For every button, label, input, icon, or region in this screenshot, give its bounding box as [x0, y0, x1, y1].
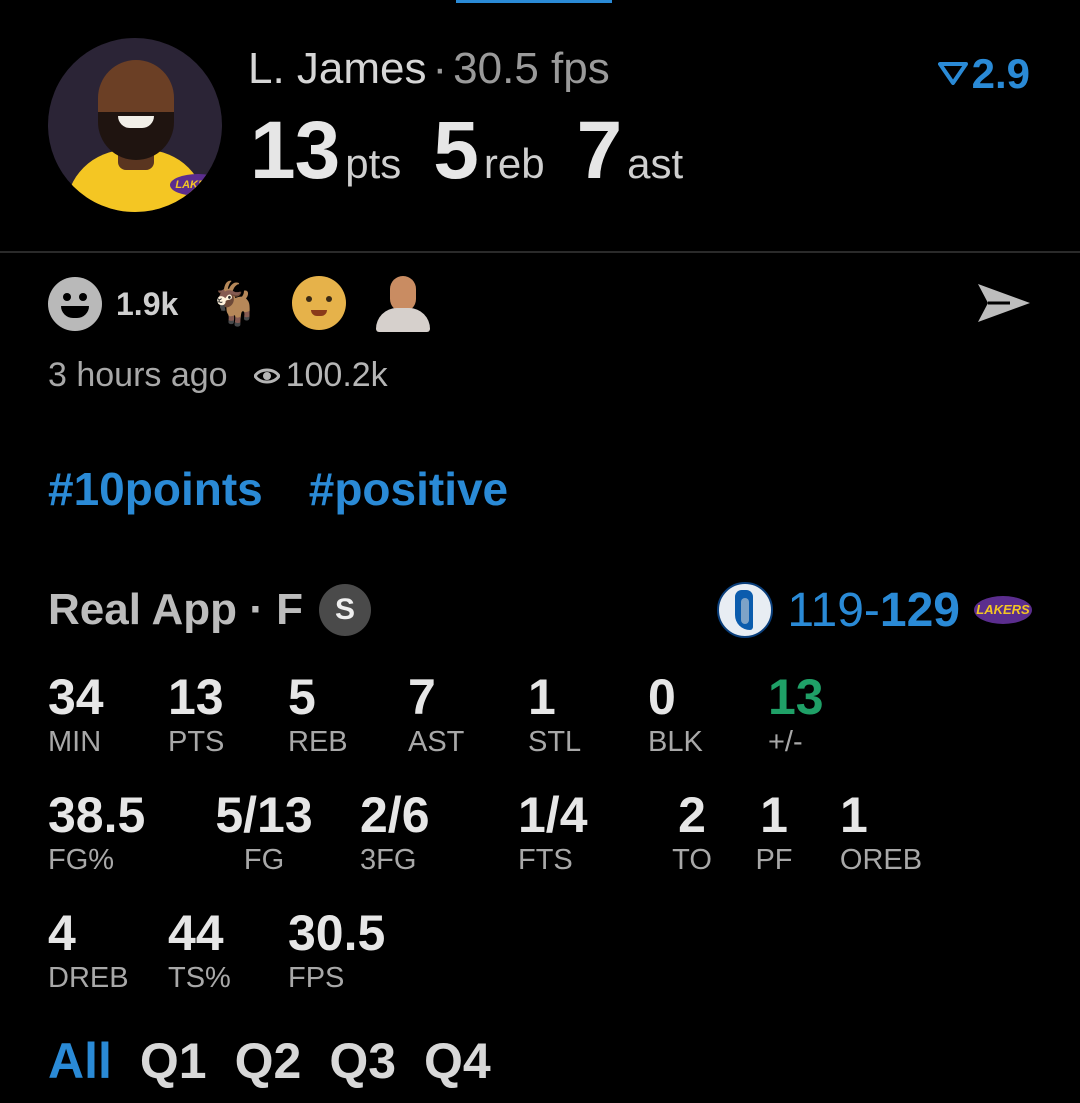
tab-q2[interactable]: Q2	[235, 1033, 302, 1089]
player-avatar[interactable]: LAKERS	[48, 38, 222, 212]
stat-dreb: 4 DREB	[48, 906, 129, 996]
smiley-face-icon[interactable]	[48, 277, 102, 331]
send-arrow-icon[interactable]	[976, 280, 1032, 326]
stat-label: MIN	[48, 726, 102, 758]
home-score: 129	[879, 583, 960, 637]
stat-label: REB	[288, 726, 348, 758]
stat-value: 2/6	[360, 787, 430, 843]
stat-label: FG	[243, 844, 285, 876]
stat-value: 13	[768, 669, 824, 725]
game-score[interactable]: 119-129 LAKERS	[717, 582, 1032, 638]
score-dash: -	[863, 583, 880, 637]
starter-badge: S	[319, 584, 372, 636]
hashtag-list: #10points #positive	[48, 462, 554, 516]
goat-icon[interactable]: 🐐	[208, 276, 264, 332]
player-name[interactable]: L. James	[248, 44, 427, 93]
tab-all[interactable]: All	[48, 1033, 112, 1089]
stat-blk: 0 BLK	[648, 670, 703, 760]
assists-value: 7	[576, 105, 623, 196]
quarter-tabs: All Q1 Q2 Q3 Q4	[48, 1032, 519, 1090]
stat-value: 1	[760, 787, 788, 843]
headline-stats: 13 pts 5 reb 7 ast	[250, 104, 715, 198]
stat-reb: 5 REB	[288, 670, 348, 760]
stat-pf: 1 PF	[746, 788, 802, 878]
funnel-triangle-icon	[937, 62, 968, 85]
stat-value: 38.5	[48, 787, 146, 843]
stat-label: FG%	[48, 844, 115, 876]
game-header: Real App · F S	[48, 584, 372, 636]
game-title: Real App · F	[48, 585, 304, 634]
stat-value: 13	[168, 669, 224, 725]
rebounds-value: 5	[433, 105, 479, 196]
stat-value: 2	[678, 787, 706, 843]
stat-label: PTS	[168, 726, 225, 758]
mavericks-logo-icon	[717, 582, 774, 638]
stat-oreb: 1 OREB	[838, 788, 924, 878]
top-tab-indicator	[456, 0, 612, 3]
bald-person-icon[interactable]	[376, 276, 432, 332]
assists-unit: ast	[627, 140, 684, 187]
points-value: 13	[250, 105, 340, 196]
rating-badge[interactable]: 2.9	[937, 50, 1030, 98]
tab-q1[interactable]: Q1	[140, 1033, 207, 1089]
stat-label: TS%	[168, 962, 231, 994]
hashtag-link[interactable]: #positive	[309, 463, 508, 515]
stat-fg: 5/13 FG	[204, 788, 324, 878]
stat-fps: 30.5 FPS	[288, 906, 385, 996]
stat-value: 5	[288, 669, 316, 725]
stat-value: 34	[48, 669, 104, 725]
stat-label: +/-	[768, 726, 803, 758]
stat-label: OREB	[839, 844, 923, 876]
away-score: 119	[787, 583, 864, 637]
stat-value: 7	[408, 669, 436, 725]
tab-q3[interactable]: Q3	[329, 1033, 396, 1089]
stat-ts-pct: 44 TS%	[168, 906, 231, 996]
reaction-count[interactable]: 1.9k	[116, 286, 178, 323]
hashtag-link[interactable]: #10points	[48, 463, 263, 515]
stat-pts: 13 PTS	[168, 670, 224, 760]
rebounds-unit: reb	[483, 140, 545, 187]
stat-to: 2 TO	[664, 788, 720, 878]
stat-label: DREB	[48, 962, 129, 994]
stat-value: 44	[168, 905, 224, 961]
stat-label: PF	[755, 844, 793, 876]
lakers-logo-icon: LAKERS	[170, 174, 222, 196]
stat-label: FPS	[288, 962, 345, 994]
stat-fg-pct: 38.5 FG%	[48, 788, 145, 878]
stat-value: 30.5	[288, 905, 386, 961]
stat-value: 0	[648, 669, 676, 725]
stat-value: 1	[528, 669, 556, 725]
stat-value: 5/13	[215, 787, 313, 843]
stat-plus-minus: 13 +/-	[768, 670, 824, 760]
lakers-logo-icon: LAKERS	[974, 596, 1032, 624]
stat-value: 4	[48, 905, 76, 961]
rating-value: 2.9	[971, 50, 1030, 97]
points-unit: pts	[345, 140, 402, 187]
reaction-row: 1.9k 🐐	[48, 276, 460, 332]
post-meta: 3 hours ago 100.2k	[48, 356, 388, 395]
eye-icon	[253, 368, 280, 383]
stat-label: TO	[672, 844, 712, 876]
stat-fts: 1/4 FTS	[518, 788, 588, 878]
player-heading: L. James · 30.5 fps	[248, 44, 610, 94]
stat-label: FTS	[518, 844, 573, 876]
view-count: 100.2k	[285, 356, 388, 394]
stat-label: AST	[408, 726, 465, 758]
time-ago: 3 hours ago	[48, 356, 228, 394]
score-text: 119-129	[787, 583, 960, 638]
stat-min: 34 MIN	[48, 670, 104, 760]
stat-ast: 7 AST	[408, 670, 464, 760]
stat-stl: 1 STL	[528, 670, 581, 760]
stat-3fg: 2/6 3FG	[360, 788, 430, 878]
tab-q4[interactable]: Q4	[424, 1033, 491, 1089]
separator: ·	[432, 44, 448, 93]
stat-value: 1/4	[518, 787, 588, 843]
header-divider	[0, 251, 1080, 253]
baby-face-icon[interactable]	[292, 276, 348, 332]
stat-label: BLK	[648, 726, 703, 758]
stat-label: 3FG	[360, 844, 417, 876]
fps-summary: 30.5 fps	[453, 44, 610, 93]
stat-value: 1	[840, 787, 868, 843]
stat-label: STL	[528, 726, 582, 758]
